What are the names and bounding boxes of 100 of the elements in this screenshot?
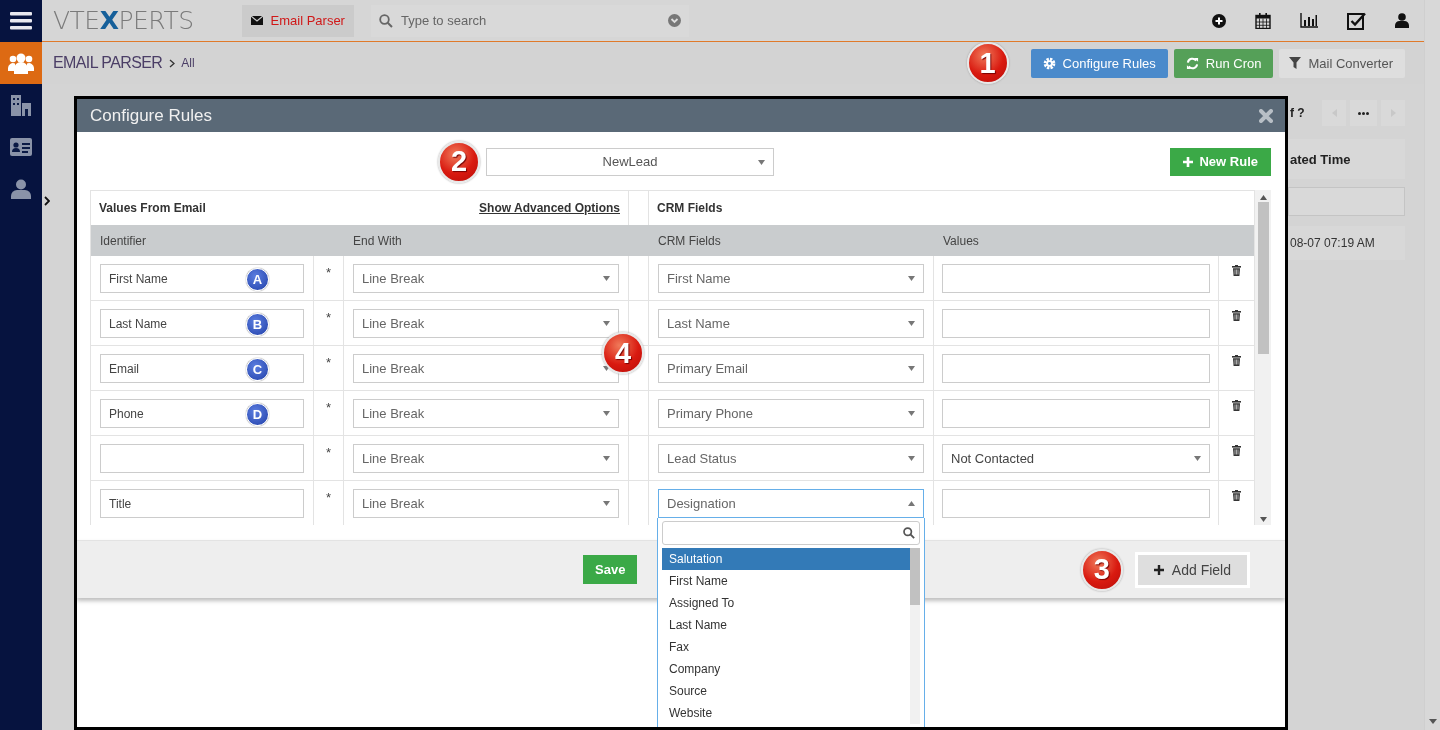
crm-field-select[interactable]: Primary Phone (658, 399, 924, 428)
column-header: ated Time (1288, 139, 1405, 179)
crm-field-select[interactable]: Last Name (658, 309, 924, 338)
callout-badge: 3 (1080, 548, 1123, 591)
chevron-right-icon (169, 58, 176, 68)
scrollbar[interactable] (1424, 0, 1440, 730)
dropdown-option[interactable]: Company (662, 658, 910, 680)
people-icon (8, 52, 34, 74)
toolbar-button[interactable]: Mail Converter (1279, 48, 1405, 78)
required-mark: * (325, 445, 332, 460)
search-icon (378, 13, 393, 28)
caret-icon (603, 276, 610, 281)
caret-icon (603, 321, 610, 326)
value-field[interactable] (942, 354, 1210, 383)
add-field-button[interactable]: Add Field (1134, 551, 1250, 588)
dropdown-option[interactable]: First Name (662, 570, 910, 592)
caret-icon (758, 159, 765, 165)
dropdown-option[interactable]: Website (662, 702, 910, 724)
required-mark: * (325, 400, 332, 415)
menu-icon[interactable] (10, 12, 32, 30)
filter-field[interactable] (1288, 187, 1405, 216)
delete-icon[interactable] (1232, 445, 1241, 456)
dropdown-option[interactable]: Salutation (662, 548, 910, 570)
envelope-icon (250, 16, 263, 25)
crm-field-select[interactable]: Designation (658, 489, 924, 518)
column-header: CRM Fields (649, 225, 934, 256)
dropdown-search-field[interactable] (662, 521, 920, 545)
end-with-select[interactable]: Line Break (353, 399, 619, 428)
end-with-select[interactable]: Line Break (353, 489, 619, 518)
more-button[interactable] (1350, 100, 1377, 126)
required-mark: * (325, 310, 332, 325)
value-field[interactable] (942, 309, 1210, 338)
scrollbar[interactable] (1255, 190, 1271, 525)
required-mark: * (325, 265, 332, 280)
toolbar-button[interactable]: Configure Rules (1030, 48, 1168, 78)
scroll-up-icon[interactable] (1259, 195, 1267, 200)
module-tab[interactable]: Email Parser (241, 4, 354, 37)
person-icon (11, 179, 31, 199)
caret-icon (603, 456, 610, 461)
callout-badge: 1 (966, 42, 1009, 84)
scrollbar[interactable] (910, 548, 920, 724)
crm-field-select[interactable]: Lead Status (658, 444, 924, 473)
required-mark: * (325, 355, 332, 370)
table-cell: 08-07 07:19 AM (1288, 226, 1405, 260)
end-with-select[interactable]: Line Break (353, 264, 619, 293)
sidebar-item[interactable] (0, 42, 42, 84)
refresh-icon (1185, 56, 1199, 70)
callout-badge: 2 (438, 140, 480, 183)
end-with-select[interactable]: Line Break (353, 444, 619, 473)
close-button[interactable] (1259, 108, 1273, 123)
delete-icon[interactable] (1232, 265, 1241, 276)
column-header: Values (934, 225, 1254, 256)
add-icon[interactable] (1212, 13, 1226, 28)
value-select[interactable]: Not Contacted (942, 444, 1210, 473)
identifier-field[interactable]: Title (100, 489, 304, 518)
scroll-down-icon[interactable] (1428, 719, 1437, 724)
delete-icon[interactable] (1232, 310, 1241, 321)
crm-field-select[interactable]: Primary Email (658, 354, 924, 383)
breadcrumb-module[interactable]: EMAIL PARSER (53, 54, 163, 72)
dropdown-option[interactable]: Assigned To (662, 592, 910, 614)
delete-icon[interactable] (1232, 400, 1241, 411)
caret-icon (908, 501, 915, 506)
delete-icon[interactable] (1232, 490, 1241, 501)
required-mark: * (325, 490, 332, 505)
end-with-select[interactable]: Line Break (353, 309, 619, 338)
column-header: End With (344, 225, 649, 256)
identifier-field[interactable] (100, 444, 304, 473)
chevron-down-icon[interactable] (667, 14, 681, 27)
dropdown-option[interactable]: Source (662, 680, 910, 702)
toolbar-button[interactable]: Run Cron (1173, 48, 1274, 78)
more-icon (1358, 111, 1369, 115)
bar-chart-icon[interactable] (1300, 13, 1318, 28)
value-field[interactable] (942, 399, 1210, 428)
rule-select[interactable]: NewLead (486, 147, 774, 176)
scroll-down-icon[interactable] (1259, 517, 1267, 522)
caret-icon (908, 411, 915, 416)
caret-icon (1194, 456, 1201, 461)
id-card-icon (10, 138, 32, 156)
search-icon (903, 527, 915, 539)
checkbox-icon[interactable] (1347, 11, 1366, 30)
callout-badge: 4 (602, 332, 644, 374)
crm-field-select[interactable]: First Name (658, 264, 924, 293)
dropdown-option[interactable]: Fax (662, 636, 910, 658)
page-info-text: f ? (1290, 106, 1306, 120)
value-field[interactable] (942, 489, 1210, 518)
delete-icon[interactable] (1232, 355, 1241, 366)
search-input[interactable]: Type to search (398, 12, 662, 29)
user-icon[interactable] (1395, 13, 1409, 28)
dropdown-option[interactable]: Last Name (662, 614, 910, 636)
expand-icon[interactable] (44, 196, 50, 206)
settings-icon (1042, 56, 1056, 70)
calendar-icon[interactable] (1255, 12, 1271, 29)
column-header: Identifier (91, 225, 344, 256)
filter-icon (1289, 57, 1302, 69)
breadcrumb-view[interactable]: All (181, 56, 195, 70)
caret-icon (908, 456, 915, 461)
building-icon (10, 94, 32, 116)
advanced-options-link[interactable]: Show Advanced Options (479, 201, 620, 215)
caret-icon (603, 411, 610, 416)
value-field[interactable] (942, 264, 1210, 293)
